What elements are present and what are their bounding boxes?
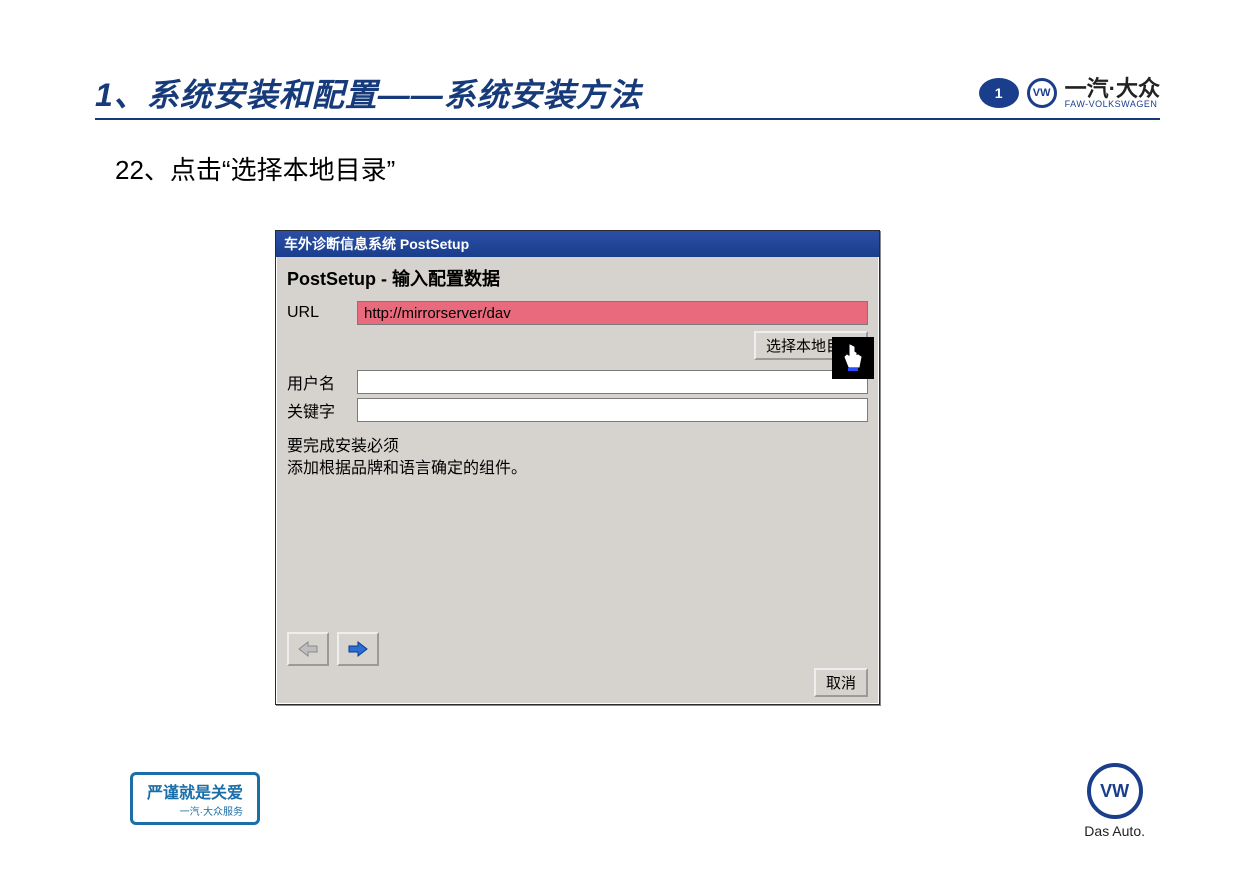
page-title: 1、系统安装和配置——系统安装方法 [95, 70, 642, 116]
username-input[interactable] [357, 370, 868, 394]
footer-badge-sub: 一汽·大众服务 [147, 803, 243, 818]
keyword-input[interactable] [357, 398, 868, 422]
info-line-1: 要完成安装必须 [287, 438, 399, 455]
next-button[interactable] [337, 632, 379, 666]
slide-header: 1、系统安装和配置——系统安装方法 VW 一汽·大众 FAW-VOLKSWAGE… [95, 70, 1160, 116]
username-label: 用户名 [287, 370, 357, 394]
keyword-label: 关键字 [287, 398, 357, 422]
vw-logo-icon: VW [1027, 78, 1057, 108]
info-line-2: 添加根据品牌和语言确定的组件。 [287, 460, 527, 477]
step-instruction: 22、点击“选择本地目录” [115, 150, 395, 187]
url-input[interactable] [357, 301, 868, 325]
arrow-left-icon [297, 640, 319, 658]
vw-logo-large-icon: VW [1087, 763, 1143, 819]
footer-vw-block: VW Das Auto. [1084, 763, 1145, 839]
faw-logo-icon [979, 78, 1019, 108]
footer-badge-main: 严谨就是关爱 [147, 785, 243, 802]
brand-name-en: FAW-VOLKSWAGEN [1065, 100, 1160, 109]
back-button[interactable] [287, 632, 329, 666]
postsetup-dialog: 车外诊断信息系统 PostSetup PostSetup - 输入配置数据 UR… [275, 230, 880, 705]
dialog-subtitle: PostSetup - 输入配置数据 [287, 265, 868, 291]
das-auto-text: Das Auto. [1084, 823, 1145, 839]
header-divider [95, 118, 1160, 120]
brand-name-cn: 一汽·大众 [1065, 78, 1160, 100]
cursor-hand-icon [832, 337, 874, 379]
dialog-info-text: 要完成安装必须 添加根据品牌和语言确定的组件。 [287, 436, 868, 626]
dialog-titlebar[interactable]: 车外诊断信息系统 PostSetup [276, 231, 879, 257]
brand-logo-block: VW 一汽·大众 FAW-VOLKSWAGEN [979, 78, 1160, 109]
arrow-right-icon [347, 640, 369, 658]
url-label: URL [287, 304, 357, 322]
cancel-button[interactable]: 取消 [814, 668, 868, 697]
footer-service-badge: 严谨就是关爱 一汽·大众服务 [130, 772, 260, 825]
